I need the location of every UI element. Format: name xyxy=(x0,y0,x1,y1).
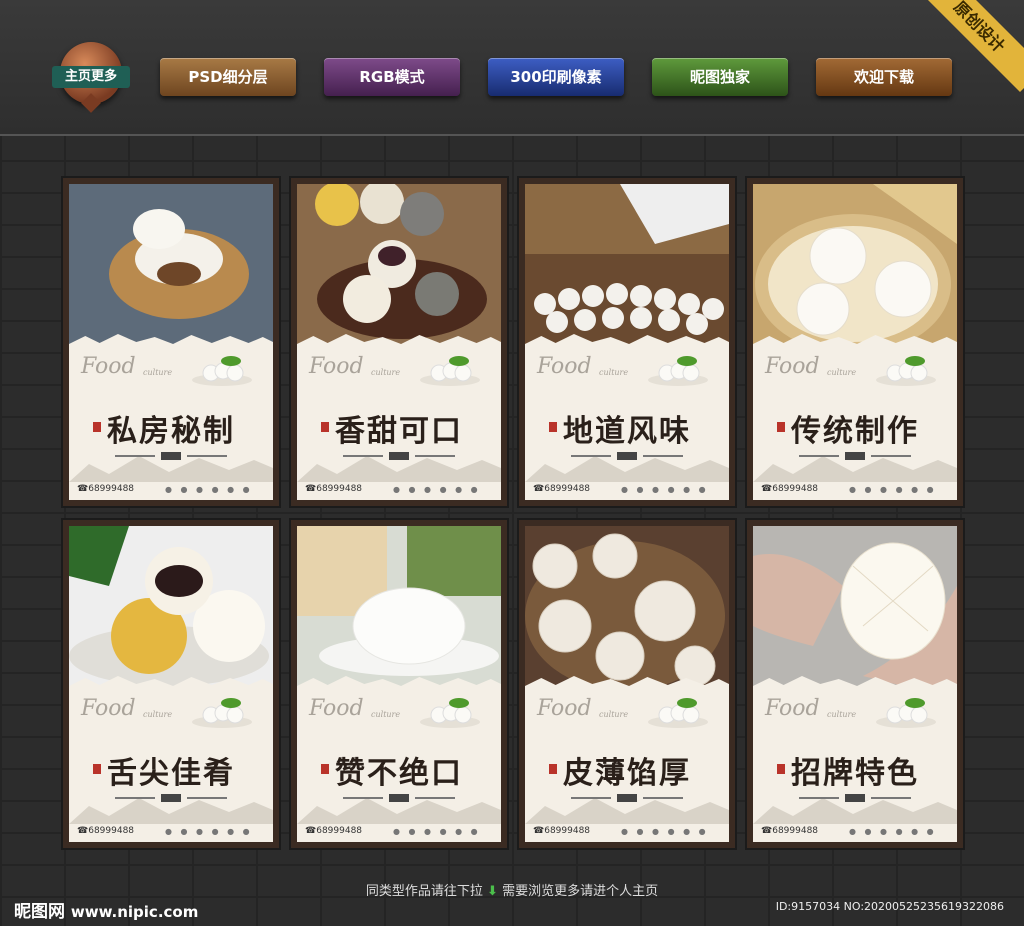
red-seal-icon xyxy=(93,422,101,432)
culture-text: culture xyxy=(827,368,857,377)
tag-welcome-download: 欢迎下载 xyxy=(816,58,952,96)
culture-text: culture xyxy=(599,368,629,377)
down-arrow-icon: ⬇ xyxy=(487,884,498,899)
culture-text: culture xyxy=(827,710,857,719)
food-script-text: Food xyxy=(309,354,364,379)
red-seal-icon xyxy=(777,764,785,774)
food-script-text: Food xyxy=(81,696,136,721)
red-seal-icon xyxy=(549,422,557,432)
phone-number: ☎68999488 xyxy=(533,826,591,836)
bun-plate-icon xyxy=(648,356,708,386)
brand-name: 昵图网 xyxy=(14,902,65,922)
small-text-row xyxy=(799,452,911,460)
contact-icons: ● ● ● ● ● ● xyxy=(621,827,709,836)
header-divider xyxy=(0,134,1024,136)
small-text-row xyxy=(571,794,683,802)
contact-icons: ● ● ● ● ● ● xyxy=(165,827,253,836)
contact-icons: ● ● ● ● ● ● xyxy=(393,485,481,494)
red-seal-icon xyxy=(321,422,329,432)
small-text-row xyxy=(343,794,455,802)
tag-rgb-mode: RGB模式 xyxy=(324,58,460,96)
bun-plate-icon xyxy=(876,356,936,386)
food-script-text: Food xyxy=(765,696,820,721)
bun-photo xyxy=(69,184,273,344)
phone-number: ☎68999488 xyxy=(761,826,819,836)
food-script-text: Food xyxy=(537,354,592,379)
bun-plate-icon xyxy=(192,356,252,386)
phone-number: ☎68999488 xyxy=(305,826,363,836)
poster-card[interactable]: Food culture 赞不绝口 ☎68999488 ● ● ● ● ● ● xyxy=(291,520,507,848)
poster-card[interactable]: Food culture 传统制作 ☎68999488 ● ● ● ● ● ● xyxy=(747,178,963,506)
bun-photo xyxy=(297,526,501,686)
contact-icons: ● ● ● ● ● ● xyxy=(849,485,937,494)
bun-plate-icon xyxy=(192,698,252,728)
bun-photo xyxy=(753,526,957,686)
tag-psd-layers: PSD细分层 xyxy=(160,58,296,96)
poster-card[interactable]: Food culture 舌尖佳肴 ☎68999488 ● ● ● ● ● ● xyxy=(63,520,279,848)
red-seal-icon xyxy=(777,422,785,432)
bun-plate-icon xyxy=(876,698,936,728)
bun-photo xyxy=(753,184,957,344)
small-text-row xyxy=(343,452,455,460)
brand-url: www.nipic.com xyxy=(70,903,199,921)
culture-text: culture xyxy=(143,710,173,719)
image-id: ID:9157034 NO:20200525235619322086 xyxy=(775,900,1004,913)
culture-text: culture xyxy=(599,710,629,719)
contact-icons: ● ● ● ● ● ● xyxy=(393,827,481,836)
culture-text: culture xyxy=(371,710,401,719)
red-seal-icon xyxy=(549,764,557,774)
hint-homepage-text: 需要浏览更多请进个人主页 xyxy=(502,884,659,899)
food-script-text: Food xyxy=(537,696,592,721)
red-seal-icon xyxy=(93,764,101,774)
contact-icons: ● ● ● ● ● ● xyxy=(849,827,937,836)
phone-number: ☎68999488 xyxy=(761,484,819,494)
phone-number: ☎68999488 xyxy=(305,484,363,494)
bun-plate-icon xyxy=(420,356,480,386)
tag-nipic-exclusive: 昵图独家 xyxy=(652,58,788,96)
home-more-button[interactable]: 主页更多 xyxy=(52,66,130,88)
small-text-row xyxy=(799,794,911,802)
small-text-row xyxy=(115,794,227,802)
bun-plate-icon xyxy=(648,698,708,728)
culture-text: culture xyxy=(371,368,401,377)
poster-card[interactable]: Food culture 皮薄馅厚 ☎68999488 ● ● ● ● ● ● xyxy=(519,520,735,848)
bun-photo xyxy=(297,184,501,344)
contact-icons: ● ● ● ● ● ● xyxy=(165,485,253,494)
culture-text: culture xyxy=(143,368,173,377)
poster-card[interactable]: Food culture 香甜可口 ☎68999488 ● ● ● ● ● ● xyxy=(291,178,507,506)
red-seal-icon xyxy=(321,764,329,774)
nipic-watermark: 昵图网 www.nipic.com xyxy=(14,897,198,922)
tag-300-print: 300印刷像素 xyxy=(488,58,624,96)
food-script-text: Food xyxy=(765,354,820,379)
phone-number: ☎68999488 xyxy=(77,484,135,494)
small-text-row xyxy=(115,452,227,460)
contact-icons: ● ● ● ● ● ● xyxy=(621,485,709,494)
phone-number: ☎68999488 xyxy=(77,826,135,836)
phone-number: ☎68999488 xyxy=(533,484,591,494)
poster-card[interactable]: Food culture 私房秘制 ☎68999488 ● ● ● ● ● ● xyxy=(63,178,279,506)
bun-photo xyxy=(525,526,729,686)
small-text-row xyxy=(571,452,683,460)
hint-scroll-text: 同类型作品请往下拉 xyxy=(365,884,483,899)
food-script-text: Food xyxy=(81,354,136,379)
poster-card[interactable]: Food culture 招牌特色 ☎68999488 ● ● ● ● ● ● xyxy=(747,520,963,848)
poster-card[interactable]: Food culture 地道风味 ☎68999488 ● ● ● ● ● ● xyxy=(519,178,735,506)
food-script-text: Food xyxy=(309,696,364,721)
bun-plate-icon xyxy=(420,698,480,728)
bun-photo xyxy=(69,526,273,686)
bun-photo xyxy=(525,184,729,344)
